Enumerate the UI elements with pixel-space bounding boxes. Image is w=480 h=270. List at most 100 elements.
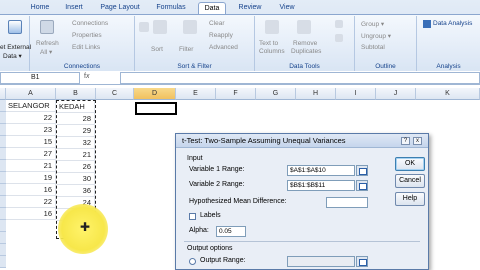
- var1-label: Variable 1 Range:: [189, 166, 245, 173]
- cell-b1[interactable]: KEDAH: [57, 101, 95, 113]
- cell-b8[interactable]: 36: [57, 185, 95, 197]
- group-connections: Refresh All ▾ Connections Properties Edi…: [30, 16, 135, 71]
- edit-links-button[interactable]: Edit Links: [72, 44, 100, 51]
- group-get-external-data[interactable]: et External Data ▾: [0, 16, 31, 71]
- ribbon-tabs: Home Insert Page Layout Formulas Data Re…: [0, 2, 480, 14]
- advanced-button[interactable]: Advanced: [209, 44, 238, 51]
- get-external-label-2: Data ▾: [3, 53, 22, 60]
- cell-a5[interactable]: 27: [6, 148, 56, 160]
- alpha-label: Alpha:: [189, 227, 209, 234]
- var2-label: Variable 2 Range:: [189, 181, 245, 188]
- dialog-help-icon[interactable]: ?: [401, 137, 410, 145]
- tab-page-layout[interactable]: Page Layout: [96, 2, 144, 14]
- output-range-radio[interactable]: [189, 258, 196, 265]
- col-header-g[interactable]: G: [256, 88, 296, 100]
- filter-icon: [183, 20, 197, 34]
- remove-duplicates-label-1[interactable]: Remove: [293, 40, 317, 47]
- text-to-columns-icon: [265, 20, 279, 34]
- fx-icon[interactable]: fx: [84, 73, 89, 80]
- data-analysis-button[interactable]: Data Analysis: [433, 20, 472, 27]
- help-button[interactable]: Help: [395, 192, 425, 206]
- formula-input[interactable]: [120, 72, 480, 84]
- group-analysis: Data Analysis Analysis: [417, 16, 480, 71]
- cell-b4[interactable]: 32: [57, 137, 95, 149]
- labels-label: Labels: [200, 212, 221, 219]
- col-header-a[interactable]: A: [6, 88, 56, 100]
- col-header-b[interactable]: B: [56, 88, 96, 100]
- cell-b7[interactable]: 30: [57, 173, 95, 185]
- row-header[interactable]: [0, 244, 6, 256]
- cell-a2[interactable]: 22: [6, 112, 56, 124]
- cell-a10[interactable]: 16: [6, 208, 56, 220]
- cell-a8[interactable]: 16: [6, 184, 56, 196]
- row-header[interactable]: [0, 232, 6, 244]
- col-header-j[interactable]: J: [376, 88, 416, 100]
- clear-button[interactable]: Clear: [209, 20, 225, 27]
- output-range-label: Output Range:: [200, 257, 246, 264]
- dialog-close-icon[interactable]: x: [413, 137, 422, 145]
- labels-checkbox[interactable]: [189, 213, 196, 220]
- var1-range-input[interactable]: $A$1:$A$10: [287, 165, 355, 176]
- col-header-d[interactable]: D: [134, 88, 176, 100]
- row-header[interactable]: [0, 256, 6, 268]
- name-box[interactable]: B1: [0, 72, 80, 84]
- hyp-mean-input[interactable]: [326, 197, 368, 208]
- cell-b6[interactable]: 26: [57, 161, 95, 173]
- cell-a4[interactable]: 15: [6, 136, 56, 148]
- active-cell[interactable]: [135, 102, 177, 115]
- reapply-button[interactable]: Reapply: [209, 32, 233, 39]
- cell-a6[interactable]: 21: [6, 160, 56, 172]
- col-header-f[interactable]: F: [216, 88, 256, 100]
- tab-formulas[interactable]: Formulas: [152, 2, 190, 14]
- cell-a9[interactable]: 22: [6, 196, 56, 208]
- consolidate-icon: [335, 34, 343, 42]
- cell-b2[interactable]: 28: [57, 113, 95, 125]
- group-data-tools: Text to Columns Remove Duplicates Data T…: [255, 16, 355, 71]
- group-button[interactable]: Group ▾: [361, 20, 384, 28]
- cell-a3[interactable]: 23: [6, 124, 56, 136]
- data-validation-icon: [335, 20, 343, 28]
- refresh-all-button[interactable]: Refresh: [36, 40, 59, 47]
- cell-b3[interactable]: 29: [57, 125, 95, 137]
- col-header-i[interactable]: I: [336, 88, 376, 100]
- ribbon: Home Insert Page Layout Formulas Data Re…: [0, 0, 480, 71]
- analysis-group-label: Analysis: [436, 63, 461, 70]
- dialog-title: t-Test: Two-Sample Assuming Unequal Vari…: [176, 134, 428, 148]
- properties-button[interactable]: Properties: [72, 32, 102, 39]
- alpha-input[interactable]: 0.05: [216, 226, 246, 237]
- ttest-dialog: t-Test: Two-Sample Assuming Unequal Vari…: [175, 133, 429, 270]
- tab-view[interactable]: View: [274, 2, 300, 14]
- output-range-collapse-icon[interactable]: [356, 256, 368, 267]
- cancel-button[interactable]: Cancel: [395, 174, 425, 188]
- output-options-label: Output options: [187, 245, 233, 252]
- text-to-columns-label-1[interactable]: Text to: [259, 40, 278, 47]
- formula-bar: B1 fx: [0, 71, 480, 85]
- data-tools-group-label: Data Tools: [289, 63, 320, 70]
- filter-button[interactable]: Filter: [179, 46, 193, 53]
- row-header[interactable]: [0, 220, 6, 232]
- ungroup-button[interactable]: Ungroup ▾: [361, 32, 391, 40]
- col-header-k[interactable]: K: [416, 88, 480, 100]
- var2-collapse-icon[interactable]: [356, 180, 368, 191]
- tab-insert[interactable]: Insert: [60, 2, 88, 14]
- tab-review[interactable]: Review: [234, 2, 266, 14]
- output-range-input[interactable]: [287, 256, 355, 267]
- col-header-c[interactable]: C: [96, 88, 134, 100]
- ok-button[interactable]: OK: [395, 157, 425, 171]
- sort-icon: [153, 20, 167, 34]
- subtotal-button[interactable]: Subtotal: [361, 44, 385, 51]
- text-to-columns-label-2: Columns: [259, 48, 285, 55]
- cell-a1[interactable]: SELANGOR: [6, 100, 56, 112]
- tab-home[interactable]: Home: [26, 2, 54, 14]
- sort-button[interactable]: Sort: [151, 46, 163, 53]
- connections-button[interactable]: Connections: [72, 20, 108, 27]
- col-header-h[interactable]: H: [296, 88, 336, 100]
- var2-range-input[interactable]: $B$1:$B$11: [287, 180, 355, 191]
- cell-b5[interactable]: 21: [57, 149, 95, 161]
- tab-data[interactable]: Data: [198, 2, 226, 14]
- var1-collapse-icon[interactable]: [356, 165, 368, 176]
- col-header-e[interactable]: E: [176, 88, 216, 100]
- group-sort-filter: Sort Filter Clear Reapply Advanced Sort …: [135, 16, 255, 71]
- cursor-icon: ✚: [80, 220, 91, 234]
- cell-a7[interactable]: 19: [6, 172, 56, 184]
